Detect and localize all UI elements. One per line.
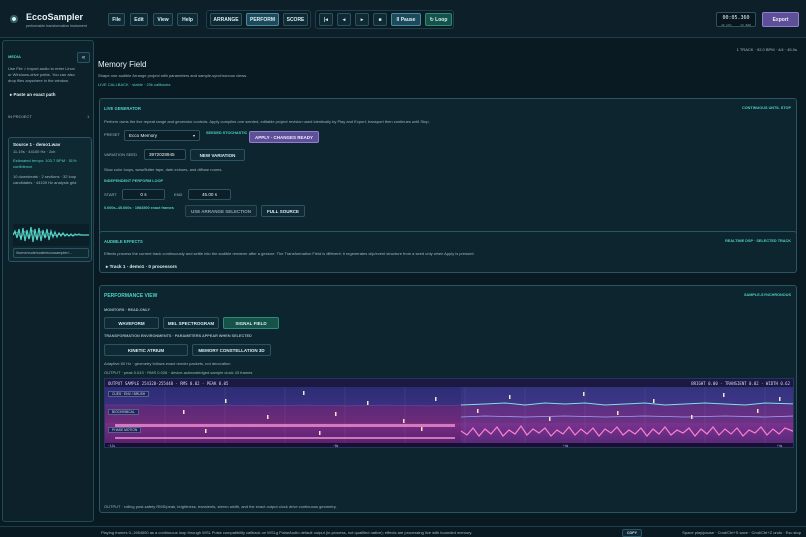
app-logo-icon [9, 14, 19, 24]
page-subtitle: Shape one audible Arrange project with p… [98, 73, 248, 78]
live-generator-tag: CONTINUOUS UNTIL STOP [741, 106, 791, 110]
live-callback-status: LIVE CALLBACK · stable · 20k callbacks [98, 82, 171, 87]
output-meter-text: OUTPUT · peak 0.043 · RMS 0.026 · device… [104, 370, 253, 375]
live-generator-description: Perform owns the live repeat range and g… [104, 119, 430, 124]
tempo-estimate-line-2: confidence [13, 164, 33, 169]
visualizer-header: OUTPUT SAMPLE 254328-255448 · RMS 0.02 ·… [105, 379, 793, 387]
skip-start-button[interactable]: |◂ [319, 13, 333, 26]
signal-field-visualizer: OUTPUT SAMPLE 254328-255448 · RMS 0.02 ·… [104, 378, 794, 448]
env-memory-constellation-button[interactable]: MEMORY CONSTELLATION 3D [192, 344, 271, 356]
use-arrange-selection-button[interactable]: USE ARRANGE SELECTION [185, 205, 257, 217]
time-bar: 32 BAR [740, 23, 751, 27]
perform-loop-title: INDEPENDENT PERFORM LOOP [104, 179, 164, 183]
preset-description: Slow color loops, wow/flutter tape, dark… [104, 167, 223, 172]
in-project-label: IN PROJECT [8, 114, 32, 119]
monitor-waveform-button[interactable]: WAVEFORM [104, 317, 159, 329]
environments-label: TRANSFORMATION ENVIRONMENTS · PARAMETERS… [104, 334, 252, 338]
loop-end-label: END [174, 192, 183, 197]
axis-tick-1: −12s [108, 444, 116, 448]
source-meta: 11.19s · 44100 Hz · 2ch [13, 149, 56, 154]
top-bar: EccoSampler performable transformation i… [0, 0, 806, 38]
axis-tick-2: −8s [333, 444, 339, 448]
monitors-label: MONITORS · READ-ONLY [104, 308, 150, 312]
audible-effects-description: Effects process the current track contin… [104, 251, 475, 256]
seeded-stochastic-tag: SEEDED STOCHASTIC [206, 131, 248, 135]
play-button[interactable]: ▸ [355, 13, 369, 26]
menu-help[interactable]: Help [177, 13, 198, 26]
pause-button[interactable]: II Pause [391, 13, 421, 26]
project-summary: 1 TRACK · 92.0 BPM · 4/4 · 45.0s [736, 47, 797, 52]
mode-arrange[interactable]: ARRANGE [210, 13, 242, 26]
menu-view[interactable]: View [153, 13, 173, 26]
source-path-field[interactable]: /home/code/code/eccosampler/... [13, 248, 89, 258]
media-section-title: MEDIA [8, 54, 21, 59]
in-project-count: 1 [87, 114, 90, 119]
seed-label: VARIATION SEED [104, 152, 137, 157]
loop-button[interactable]: ↻ Loop [425, 13, 452, 26]
time-main: 00:05.360 [722, 15, 750, 21]
monitor-signal-field-button[interactable]: SIGNAL FIELD [223, 317, 279, 329]
visualizer-footer: OUTPUT · rolling post-safety RMS/peak, b… [104, 504, 337, 509]
visualizer-header-right: BRIGHT 0.00 · TRANSIENT 0.02 · WIDTH 0.6… [691, 380, 790, 386]
live-generator-title: LIVE GENERATOR [104, 106, 141, 111]
performance-view-title: PERFORMANCE VIEW [104, 293, 158, 299]
export-button[interactable]: Export [762, 12, 799, 27]
preset-label: PRESET [104, 132, 121, 137]
performance-view-card: PERFORMANCE VIEW SAMPLE-SYNCHRONOUS MONI… [99, 285, 797, 513]
loop-range-text: 0.000s–45.000s · 1984500 exact frames [104, 206, 174, 210]
track-processors-toggle[interactable]: ▸ Track 1 · demo1 · 0 processors [106, 264, 177, 270]
lane-label-biochemical: BIOCHEMICAL [108, 409, 139, 415]
lane-label-cues: CUES · ENV / BRUSH [108, 391, 150, 397]
monitor-mel-spectrogram-button[interactable]: MEL SPECTROGRAM [163, 317, 219, 329]
import-help-line-3: drop files anywhere in the window. [8, 78, 69, 83]
page-title: Memory Field [98, 60, 147, 69]
chevron-down-icon: ▾ [192, 133, 195, 138]
lane-label-phase-motion: PHASE MOTION [108, 427, 142, 433]
full-source-button[interactable]: FULL SOURCE [261, 205, 305, 217]
audible-effects-title: AUDIBLE EFFECTS [104, 239, 143, 244]
visualizer-header-left: OUTPUT SAMPLE 254328-255448 · RMS 0.02 ·… [108, 380, 229, 386]
main-panel: 1 TRACK · 92.0 BPM · 4/4 · 45.0s Memory … [97, 40, 803, 522]
performance-view-tag: SAMPLE-SYNCHRONOUS [743, 293, 791, 297]
axis-tick-3: +4s [563, 444, 569, 448]
preset-value: Ecco Memory [129, 133, 158, 138]
status-bar: Playing frames 0–1984500 as a continuous… [0, 526, 806, 537]
media-sidebar: MEDIA « Use File > Import audio to enter… [2, 40, 94, 522]
source-card[interactable]: Source 1 · demo1.wav 11.19s · 44100 Hz ·… [8, 137, 92, 262]
audible-effects-tag: REALTIME DSP · SELECTED TRACK [725, 239, 791, 243]
source-waveform-thumbnail [13, 224, 89, 246]
menu-file[interactable]: File [108, 13, 125, 26]
time-display: 00:05.360 44 kHz 32 BAR [716, 12, 756, 27]
app-subtitle: performable transformation instrument [26, 24, 87, 28]
adaptive-rate-text: Adaptive 60 Hz · geometry follows exact … [104, 361, 231, 366]
mode-perform[interactable]: PERFORM [246, 13, 279, 26]
seed-input[interactable]: 3972028945 [144, 149, 186, 160]
collapse-sidebar-button[interactable]: « [77, 52, 90, 63]
keyboard-shortcuts: Space play/pause · Cmd/Ctrl+S save · Cmd… [682, 530, 801, 535]
loop-start-input[interactable]: 0 s [122, 189, 165, 200]
app-title: EccoSampler [26, 12, 84, 22]
loop-start-label: START [104, 192, 117, 197]
source-name: Source 1 · demo1.wav [13, 142, 61, 147]
stop-button[interactable]: ■ [373, 13, 387, 26]
time-sample-rate: 44 kHz [721, 23, 732, 27]
preset-select[interactable]: Ecco Memory ▾ [124, 130, 200, 141]
apply-button[interactable]: APPLY · CHANGES READY [249, 131, 319, 143]
mode-score[interactable]: SCORE [283, 13, 308, 26]
env-kinetic-atrium-button[interactable]: KINETIC ATRIUM [104, 344, 188, 356]
new-variation-button[interactable]: NEW VARIATION [190, 149, 245, 161]
paste-path-link[interactable]: ▸ Paste an exact path [10, 92, 56, 98]
status-text: Playing frames 0–1984500 as a continuous… [101, 530, 473, 535]
rewind-button[interactable]: ◂ [337, 13, 351, 26]
menu-edit[interactable]: Edit [130, 13, 148, 26]
copy-status-button[interactable]: COPY [622, 529, 642, 537]
audible-effects-card: AUDIBLE EFFECTS REALTIME DSP · SELECTED … [99, 231, 797, 273]
loop-end-input[interactable]: 45.00 s [188, 189, 231, 200]
axis-tick-4: +4s [777, 444, 783, 448]
analysis-stats-line-2: candidates · 44100 Hz analysis grid [13, 180, 77, 185]
